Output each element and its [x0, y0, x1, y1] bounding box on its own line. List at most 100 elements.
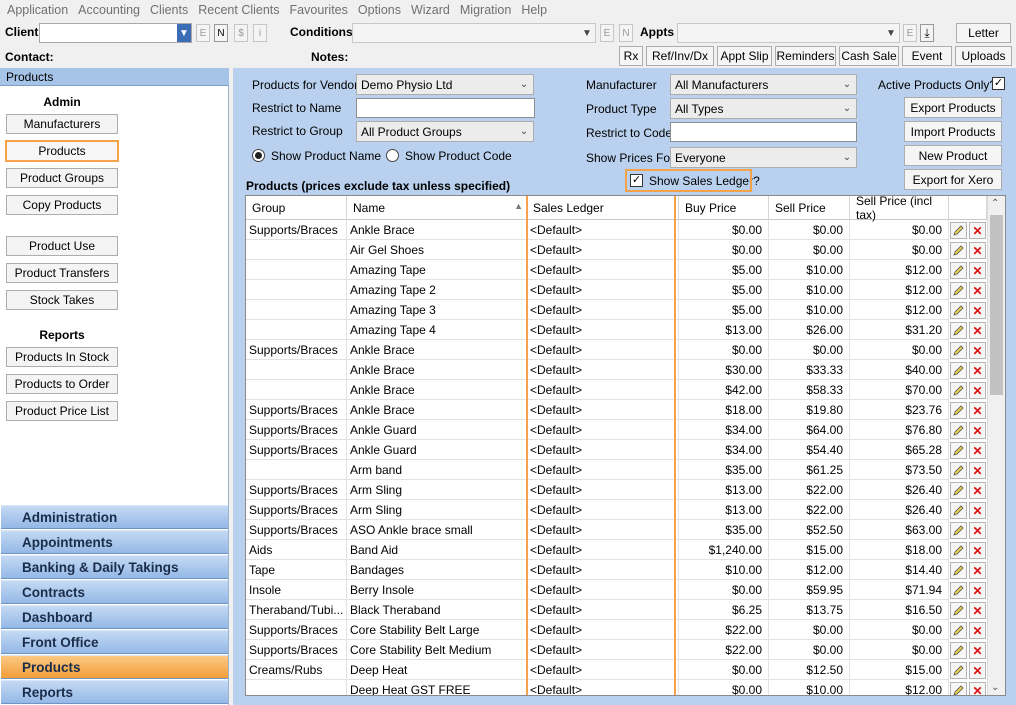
- pencil-icon[interactable]: [950, 542, 967, 559]
- pencil-icon[interactable]: [950, 302, 967, 319]
- name-input[interactable]: [356, 98, 535, 118]
- table-row[interactable]: Ankle Brace <Default> $42.00 $58.33 $70.00 ✕: [246, 380, 987, 400]
- table-row[interactable]: Air Gel Shoes <Default> $0.00 $0.00 $0.00 ✕: [246, 240, 987, 260]
- delete-x-icon[interactable]: ✕: [969, 602, 986, 619]
- pencil-icon[interactable]: [950, 442, 967, 459]
- scroll-up-icon[interactable]: ⌃: [991, 198, 999, 209]
- pencil-icon[interactable]: [950, 322, 967, 339]
- chevron-down-icon[interactable]: ⌄: [838, 75, 856, 94]
- sales-ledger-checkbox[interactable]: ✓: [630, 174, 643, 187]
- menu-help[interactable]: Help: [516, 3, 552, 17]
- product-transfers-button[interactable]: Product Transfers: [6, 263, 118, 283]
- delete-x-icon[interactable]: ✕: [969, 582, 986, 599]
- rx-button[interactable]: Rx: [619, 46, 643, 66]
- table-row[interactable]: Supports/Braces Arm Sling <Default> $13.00 $…: [246, 500, 987, 520]
- type-select[interactable]: All Types ⌄: [670, 98, 857, 119]
- table-row[interactable]: Supports/Braces Ankle Brace <Default> $18.0…: [246, 400, 987, 420]
- col-header-sales-ledger[interactable]: Sales Ledger: [527, 196, 679, 220]
- scroll-thumb[interactable]: [990, 215, 1003, 395]
- table-row[interactable]: Amazing Tape 3 <Default> $5.00 $10.00 $12.00…: [246, 300, 987, 320]
- product-groups-button[interactable]: Product Groups: [6, 168, 118, 188]
- show-name-radio[interactable]: [252, 149, 265, 162]
- client-n-button[interactable]: N: [214, 24, 228, 42]
- pencil-icon[interactable]: [950, 682, 967, 695]
- pencil-icon[interactable]: [950, 242, 967, 259]
- delete-x-icon[interactable]: ✕: [969, 362, 986, 379]
- grid-scrollbar[interactable]: ⌃ ⌄: [987, 196, 1005, 695]
- table-row[interactable]: Aids Band Aid <Default> $1,240.00 $15.00 $18.…: [246, 540, 987, 560]
- table-row[interactable]: Supports/Braces Core Stability Belt Mediu…: [246, 640, 987, 660]
- vendor-select[interactable]: Demo Physio Ltd ⌄: [356, 74, 534, 95]
- delete-x-icon[interactable]: ✕: [969, 682, 986, 695]
- pencil-icon[interactable]: [950, 462, 967, 479]
- stock-takes-button[interactable]: Stock Takes: [6, 290, 118, 310]
- pencil-icon[interactable]: [950, 502, 967, 519]
- menu-recent-clients[interactable]: Recent Clients: [193, 3, 284, 17]
- table-row[interactable]: Supports/Braces Ankle Brace <Default> $0.00…: [246, 220, 987, 240]
- nav-products[interactable]: Products: [1, 655, 228, 679]
- pencil-icon[interactable]: [950, 482, 967, 499]
- delete-x-icon[interactable]: ✕: [969, 462, 986, 479]
- col-header-sell-price-incl-tax[interactable]: Sell Price (incl tax): [850, 196, 949, 222]
- table-row[interactable]: Creams/Rubs Deep Heat <Default> $0.00 $12.50…: [246, 660, 987, 680]
- table-row[interactable]: Deep Heat GST FREE <Default> $0.00 $10.00 $1…: [246, 680, 987, 695]
- conditions-n-button[interactable]: N: [619, 24, 633, 42]
- nav-contracts[interactable]: Contracts: [1, 580, 228, 604]
- client-info-button[interactable]: i: [253, 24, 267, 42]
- cash-sale-button[interactable]: Cash Sale: [839, 46, 899, 66]
- pencil-icon[interactable]: [950, 662, 967, 679]
- delete-x-icon[interactable]: ✕: [969, 262, 986, 279]
- table-row[interactable]: Tape Bandages <Default> $10.00 $12.00 $14.40 ✕: [246, 560, 987, 580]
- nav-dashboard[interactable]: Dashboard: [1, 605, 228, 629]
- col-header-sell-price[interactable]: Sell Price: [769, 196, 850, 220]
- chevron-down-icon[interactable]: ⌄: [515, 75, 533, 94]
- chevron-down-icon[interactable]: ▼: [883, 24, 899, 42]
- pencil-icon[interactable]: [950, 422, 967, 439]
- delete-x-icon[interactable]: ✕: [969, 542, 986, 559]
- table-row[interactable]: Ankle Brace <Default> $30.00 $33.33 $40.00 ✕: [246, 360, 987, 380]
- delete-x-icon[interactable]: ✕: [969, 402, 986, 419]
- pencil-icon[interactable]: [950, 342, 967, 359]
- pencil-icon[interactable]: [950, 582, 967, 599]
- download-arrow-icon[interactable]: ⤓: [920, 24, 934, 42]
- scroll-down-icon[interactable]: ⌄: [991, 682, 999, 693]
- group-select[interactable]: All Product Groups ⌄: [356, 121, 534, 142]
- table-row[interactable]: Supports/Braces ASO Ankle brace small <Def…: [246, 520, 987, 540]
- table-row[interactable]: Supports/Braces Core Stability Belt Large…: [246, 620, 987, 640]
- letter-button[interactable]: Letter: [956, 23, 1011, 43]
- delete-x-icon[interactable]: ✕: [969, 662, 986, 679]
- nav-front-office[interactable]: Front Office: [1, 630, 228, 654]
- pencil-icon[interactable]: [950, 222, 967, 239]
- menu-clients[interactable]: Clients: [145, 3, 193, 17]
- nav-reports[interactable]: Reports: [1, 680, 228, 704]
- table-row[interactable]: Supports/Braces Ankle Brace <Default> $0.00…: [246, 340, 987, 360]
- delete-x-icon[interactable]: ✕: [969, 302, 986, 319]
- manufacturer-select[interactable]: All Manufacturers ⌄: [670, 74, 857, 95]
- pencil-icon[interactable]: [950, 382, 967, 399]
- export-products-button[interactable]: Export Products: [904, 97, 1002, 118]
- import-products-button[interactable]: Import Products: [904, 121, 1002, 142]
- table-row[interactable]: Amazing Tape 2 <Default> $5.00 $10.00 $12.00…: [246, 280, 987, 300]
- pencil-icon[interactable]: [950, 562, 967, 579]
- appts-combo[interactable]: ▼: [677, 23, 900, 43]
- nav-appointments[interactable]: Appointments: [1, 530, 228, 554]
- chevron-down-icon[interactable]: ⌄: [515, 122, 533, 141]
- products-in-stock-button[interactable]: Products In Stock: [6, 347, 118, 367]
- products-button[interactable]: Products: [5, 140, 119, 162]
- conditions-combo[interactable]: ▼: [352, 23, 596, 43]
- ref-inv-dx-button[interactable]: Ref/Inv/Dx: [646, 46, 714, 66]
- delete-x-icon[interactable]: ✕: [969, 562, 986, 579]
- copy-products-button[interactable]: Copy Products: [6, 195, 118, 215]
- client-combo[interactable]: ▼: [39, 23, 192, 43]
- delete-x-icon[interactable]: ✕: [969, 282, 986, 299]
- code-input[interactable]: [670, 122, 857, 142]
- menu-options[interactable]: Options: [353, 3, 406, 17]
- uploads-button[interactable]: Uploads: [955, 46, 1012, 66]
- delete-x-icon[interactable]: ✕: [969, 522, 986, 539]
- export-xero-button[interactable]: Export for Xero: [904, 169, 1002, 190]
- active-only-checkbox[interactable]: ✓: [992, 77, 1005, 90]
- delete-x-icon[interactable]: ✕: [969, 222, 986, 239]
- client-e-button[interactable]: E: [196, 24, 210, 42]
- delete-x-icon[interactable]: ✕: [969, 242, 986, 259]
- table-row[interactable]: Supports/Braces Arm Sling <Default> $13.00 $…: [246, 480, 987, 500]
